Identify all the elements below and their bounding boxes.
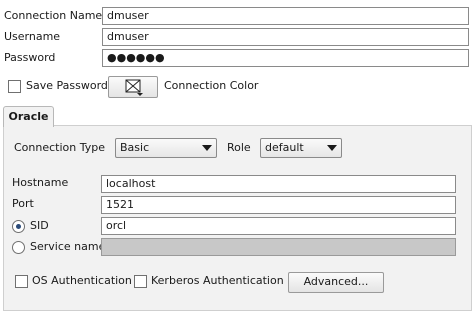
sid-radio[interactable] bbox=[12, 220, 25, 233]
kerberos-authentication-checkbox[interactable] bbox=[134, 275, 147, 288]
service-name-input[interactable] bbox=[101, 238, 456, 256]
hostname-label: Hostname bbox=[12, 176, 69, 189]
service-name-label: Service name bbox=[30, 240, 106, 253]
connection-type-select[interactable]: Basic bbox=[115, 138, 217, 158]
connection-color-label: Connection Color bbox=[164, 79, 259, 92]
connection-color-button[interactable] bbox=[108, 76, 158, 98]
password-label: Password bbox=[4, 51, 56, 64]
sid-label: SID bbox=[30, 219, 49, 232]
service-name-radio[interactable] bbox=[12, 241, 25, 254]
tab-oracle[interactable]: Oracle bbox=[3, 106, 54, 127]
role-value: default bbox=[265, 141, 304, 154]
advanced-button[interactable]: Advanced... bbox=[288, 272, 384, 293]
hostname-input[interactable]: localhost bbox=[101, 175, 456, 193]
kerberos-authentication-label: Kerberos Authentication bbox=[151, 274, 284, 287]
save-password-label: Save Password bbox=[26, 79, 108, 92]
chevron-down-icon bbox=[327, 145, 337, 151]
os-authentication-checkbox[interactable] bbox=[15, 275, 28, 288]
role-label: Role bbox=[227, 141, 251, 154]
os-authentication-label: OS Authentication bbox=[32, 274, 132, 287]
connection-name-input[interactable]: dmuser bbox=[102, 7, 469, 25]
connection-name-label: Connection Name bbox=[4, 9, 103, 22]
save-password-checkbox[interactable] bbox=[8, 80, 21, 93]
sid-input[interactable]: orcl bbox=[101, 217, 456, 235]
username-label: Username bbox=[4, 30, 61, 43]
connection-type-value: Basic bbox=[120, 141, 150, 154]
connection-type-label: Connection Type bbox=[14, 141, 106, 154]
color-swatch-icon bbox=[125, 79, 143, 96]
username-input[interactable]: dmuser bbox=[102, 28, 469, 46]
port-label: Port bbox=[12, 197, 34, 210]
chevron-down-icon bbox=[202, 145, 212, 151]
password-input[interactable]: ●●●●●● bbox=[102, 49, 469, 67]
port-input[interactable]: 1521 bbox=[101, 196, 456, 214]
role-select[interactable]: default bbox=[260, 138, 342, 158]
